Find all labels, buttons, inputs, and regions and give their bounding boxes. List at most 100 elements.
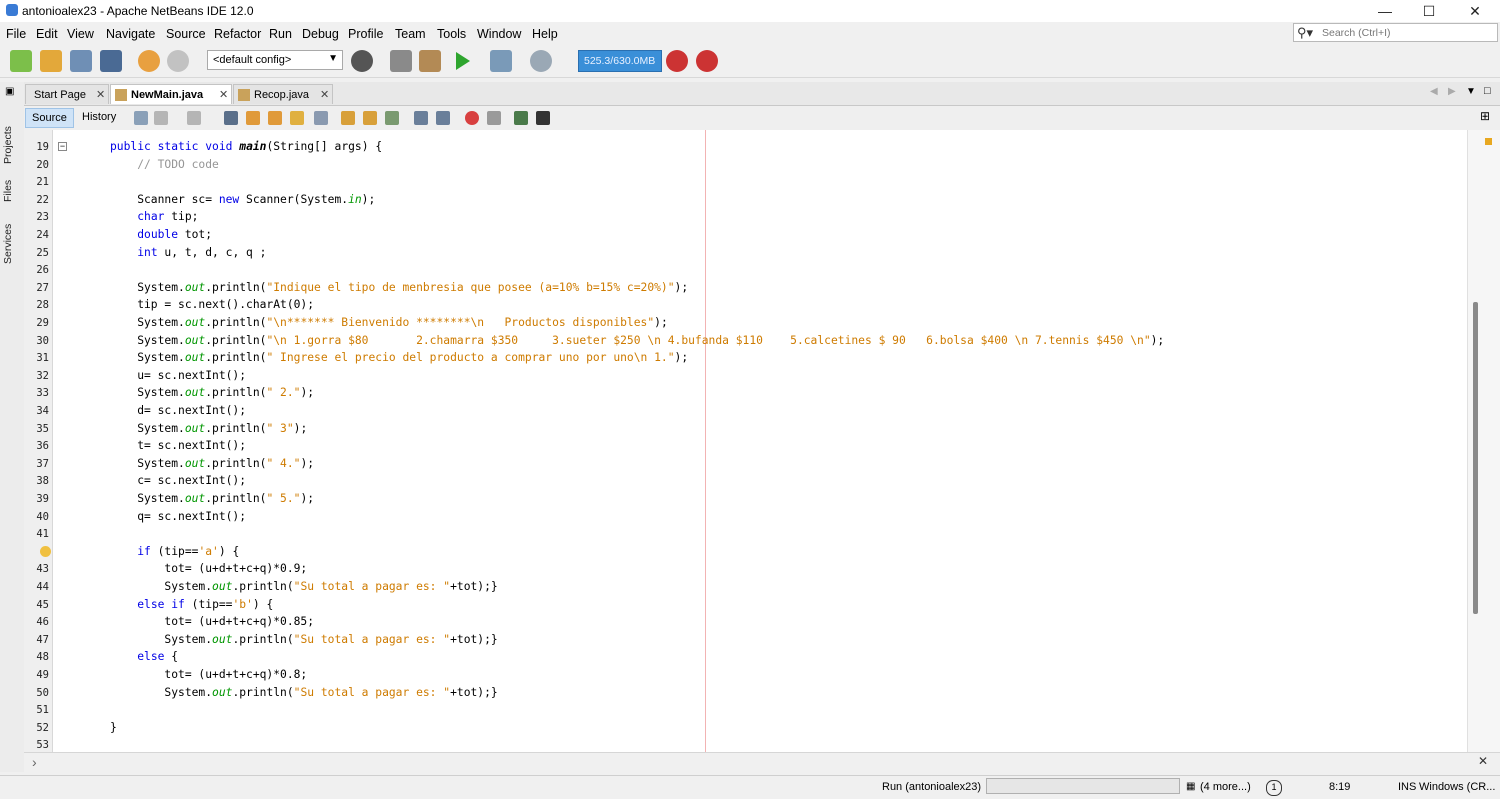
- previous-bookmark-icon[interactable]: [341, 111, 355, 125]
- code-editor[interactable]: − public static void main(String[] args)…: [24, 130, 1467, 752]
- run-status[interactable]: Run (antonioalex23): [882, 781, 981, 793]
- menu-profile[interactable]: Profile: [348, 27, 383, 41]
- code-line[interactable]: tot= (u+d+t+c+q)*0.9;: [110, 562, 307, 575]
- globe-icon[interactable]: [351, 50, 373, 72]
- shift-right-icon[interactable]: [436, 111, 450, 125]
- start-macro-recording-icon[interactable]: [465, 111, 479, 125]
- tab-newmain-java[interactable]: NewMain.java ✕: [110, 84, 232, 104]
- shift-left-icon[interactable]: [414, 111, 428, 125]
- profile-snapshot-icon[interactable]: [696, 50, 718, 72]
- tab-source[interactable]: Source: [25, 108, 74, 128]
- toggle-highlight-icon[interactable]: [290, 111, 304, 125]
- code-line[interactable]: tot= (u+d+t+c+q)*0.8;: [110, 668, 307, 681]
- new-file-icon[interactable]: [10, 50, 32, 72]
- menu-file[interactable]: File: [6, 27, 26, 41]
- tab-history[interactable]: History: [76, 108, 122, 128]
- back-icon[interactable]: [154, 111, 168, 125]
- code-line[interactable]: else {: [110, 650, 178, 663]
- side-tab-projects[interactable]: Projects: [2, 126, 14, 164]
- show-opened-documents-icon[interactable]: ▼: [1466, 86, 1476, 97]
- new-project-icon[interactable]: [40, 50, 62, 72]
- menu-debug[interactable]: Debug: [302, 27, 339, 41]
- find-icon[interactable]: [224, 111, 238, 125]
- open-project-icon[interactable]: [70, 50, 92, 72]
- code-line[interactable]: // TODO code: [110, 158, 219, 171]
- search-input[interactable]: ⚲▾ Search (Ctrl+I): [1293, 23, 1498, 42]
- menu-source[interactable]: Source: [166, 27, 206, 41]
- code-line[interactable]: t= sc.nextInt();: [110, 439, 246, 452]
- close-icon[interactable]: ✕: [219, 88, 228, 101]
- code-line[interactable]: System.out.println(" 5.");: [110, 492, 314, 505]
- code-line[interactable]: double tot;: [110, 228, 212, 241]
- code-line[interactable]: if (tip=='a') {: [110, 545, 239, 558]
- code-line[interactable]: tip = sc.next().charAt(0);: [110, 298, 314, 311]
- toggle-rectangular-selection-icon[interactable]: [314, 111, 328, 125]
- code-line[interactable]: d= sc.nextInt();: [110, 404, 246, 417]
- tab-start-page[interactable]: Start Page ✕: [25, 84, 109, 104]
- save-all-icon[interactable]: [100, 50, 122, 72]
- code-line[interactable]: else if (tip=='b') {: [110, 598, 273, 611]
- close-icon[interactable]: ✕: [96, 88, 105, 101]
- code-line[interactable]: }: [110, 721, 117, 734]
- code-line[interactable]: public static void main(String[] args) {: [110, 140, 382, 153]
- code-line[interactable]: System.out.println("Su total a pagar es:…: [110, 686, 497, 699]
- code-line[interactable]: System.out.println("Su total a pagar es:…: [110, 580, 497, 593]
- code-line[interactable]: System.out.println("\n 1.gorra $80 2.cha…: [110, 334, 1164, 347]
- hint-bulb-icon[interactable]: [40, 546, 51, 557]
- restore-window-icon[interactable]: ▣: [5, 86, 14, 97]
- code-line[interactable]: System.out.println("Indique el tipo de m…: [110, 281, 688, 294]
- tab-recop-java[interactable]: Recop.java ✕: [233, 84, 333, 104]
- menu-navigate[interactable]: Navigate: [106, 27, 155, 41]
- code-line[interactable]: System.out.println(" 2.");: [110, 386, 314, 399]
- undo-icon[interactable]: [138, 50, 160, 72]
- find-previous-icon[interactable]: [246, 111, 260, 125]
- code-line[interactable]: Scanner sc= new Scanner(System.in);: [110, 193, 375, 206]
- menu-team[interactable]: Team: [395, 27, 426, 41]
- debug-icon[interactable]: [490, 50, 512, 72]
- line-ending[interactable]: Windows (CR...: [1419, 781, 1495, 793]
- gc-icon[interactable]: [666, 50, 688, 72]
- menu-help[interactable]: Help: [532, 27, 558, 41]
- find-next-icon[interactable]: [268, 111, 282, 125]
- memory-indicator[interactable]: 525.3/630.0MB: [578, 50, 662, 72]
- uncomment-icon[interactable]: [536, 111, 550, 125]
- build-hammer-icon[interactable]: [390, 50, 412, 72]
- code-line[interactable]: System.out.println(" 4.");: [110, 457, 314, 470]
- profile-icon[interactable]: [530, 50, 552, 72]
- comment-icon[interactable]: [514, 111, 528, 125]
- menu-refactor[interactable]: Refactor: [214, 27, 261, 41]
- code-line[interactable]: System.out.println("Su total a pagar es:…: [110, 633, 497, 646]
- minimize-button[interactable]: —: [1362, 0, 1408, 22]
- code-line[interactable]: System.out.println(" Ingrese el precio d…: [110, 351, 688, 364]
- code-line[interactable]: u= sc.nextInt();: [110, 369, 246, 382]
- menu-run[interactable]: Run: [269, 27, 292, 41]
- close-icon[interactable]: ✕: [1478, 754, 1488, 768]
- side-tab-services[interactable]: Services: [2, 224, 14, 264]
- notifications-icon[interactable]: 1: [1266, 780, 1282, 796]
- chevron-right-icon[interactable]: ›: [32, 754, 37, 770]
- code-line[interactable]: c= sc.nextInt();: [110, 474, 246, 487]
- side-tab-files[interactable]: Files: [2, 180, 14, 202]
- split-window-icon[interactable]: ⊞: [1480, 109, 1490, 123]
- maximize-button[interactable]: ☐: [1406, 0, 1452, 22]
- fold-toggle-icon[interactable]: −: [58, 142, 67, 151]
- vertical-scrollbar[interactable]: [1473, 302, 1478, 614]
- menu-view[interactable]: View: [67, 27, 94, 41]
- clean-build-icon[interactable]: [419, 50, 441, 72]
- scroll-tabs-left-icon[interactable]: ◀: [1430, 86, 1438, 97]
- code-line[interactable]: char tip;: [110, 210, 198, 223]
- menu-tools[interactable]: Tools: [437, 27, 466, 41]
- close-button[interactable]: ✕: [1452, 0, 1498, 22]
- code-line[interactable]: System.out.println(" 3");: [110, 422, 307, 435]
- maximize-window-icon[interactable]: □: [1484, 85, 1491, 97]
- menu-window[interactable]: Window: [477, 27, 521, 41]
- stop-macro-recording-icon[interactable]: [487, 111, 501, 125]
- close-icon[interactable]: ✕: [320, 88, 329, 101]
- code-line[interactable]: int u, t, d, c, q ;: [110, 246, 266, 259]
- config-select[interactable]: <default config> ▼: [207, 50, 343, 70]
- tasks-icon[interactable]: ▦: [1186, 781, 1195, 792]
- scroll-tabs-right-icon[interactable]: ▶: [1448, 86, 1456, 97]
- code-line[interactable]: System.out.println("\n******* Bienvenido…: [110, 316, 668, 329]
- code-line[interactable]: tot= (u+d+t+c+q)*0.85;: [110, 615, 314, 628]
- warning-marker[interactable]: [1485, 138, 1492, 145]
